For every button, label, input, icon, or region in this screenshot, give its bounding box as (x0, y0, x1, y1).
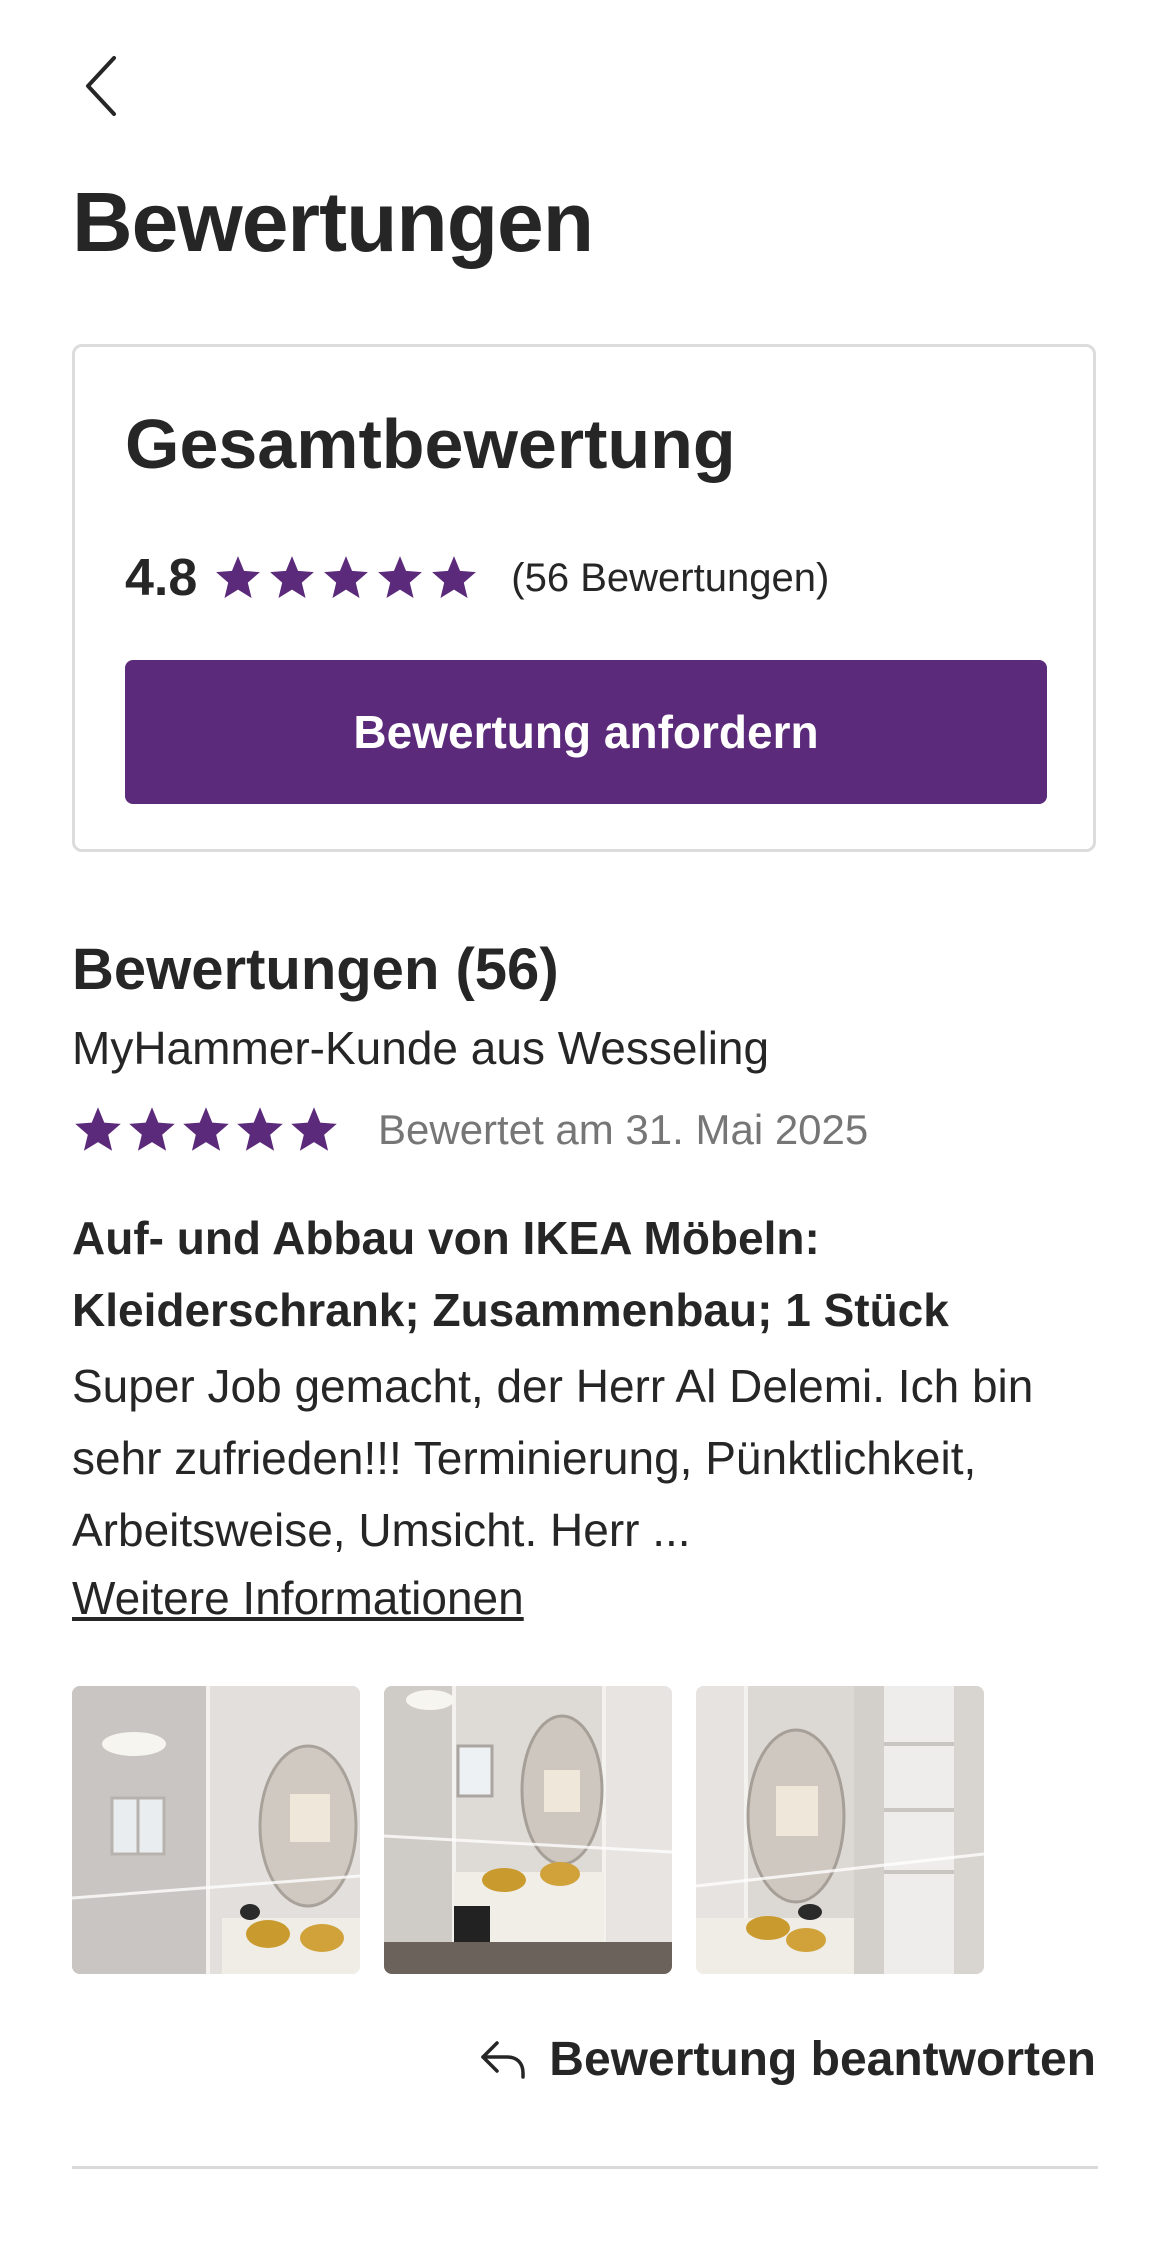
page-title: Bewertungen (72, 175, 594, 269)
review-star-rating (72, 1104, 342, 1156)
request-review-button[interactable]: Bewertung anfordern (125, 660, 1047, 804)
reviews-heading: Bewertungen (56) (72, 937, 559, 1002)
review-photo[interactable] (696, 1686, 984, 1974)
reply-to-review-label: Bewertung beantworten (549, 2032, 1096, 2086)
overall-rating-row: 4.8 (56 Bewertungen) (125, 543, 829, 613)
review-photos (72, 1686, 1008, 1974)
star-icon (237, 1107, 283, 1151)
overall-rating-title: Gesamtbewertung (125, 405, 736, 483)
star-icon (291, 1107, 337, 1151)
review-meta: Bewertet am 31. Mai 2025 (72, 1100, 868, 1160)
review-date: Bewertet am 31. Mai 2025 (378, 1106, 869, 1153)
more-info-link[interactable]: Weitere Informationen (72, 1566, 524, 1630)
rating-value: 4.8 (125, 549, 198, 607)
star-icon (378, 556, 423, 598)
star-icon (432, 556, 477, 598)
star-icon (75, 1107, 121, 1151)
back-button[interactable] (72, 48, 136, 124)
reply-arrow-icon (481, 2041, 526, 2079)
reply-to-review-button[interactable]: Bewertung beantworten (477, 2024, 1096, 2094)
reviews-page: Bewertungen Gesamtbewertung 4.8 (56 Bewe… (0, 0, 1170, 2245)
star-icon (324, 556, 369, 598)
review-photo[interactable] (384, 1686, 672, 1974)
overall-rating-card: Gesamtbewertung 4.8 (56 Bewertungen) Bew… (72, 344, 1096, 852)
star-icon (129, 1107, 175, 1151)
reviewer-name: MyHammer-Kunde aus Wesseling (72, 1022, 770, 1074)
star-rating (213, 553, 483, 603)
star-icon (270, 556, 315, 598)
star-icon (216, 556, 261, 598)
review-photo[interactable] (72, 1686, 360, 1974)
rating-count: (56 Bewertungen) (511, 555, 830, 600)
chevron-left-icon (86, 56, 116, 116)
star-icon (183, 1107, 229, 1151)
review-text: Super Job gemacht, der Herr Al Delemi. I… (72, 1360, 1034, 1556)
review-divider (72, 2166, 1098, 2169)
review-job-title: Auf- und Abbau von IKEA Möbeln: Kleiders… (72, 1212, 949, 1336)
